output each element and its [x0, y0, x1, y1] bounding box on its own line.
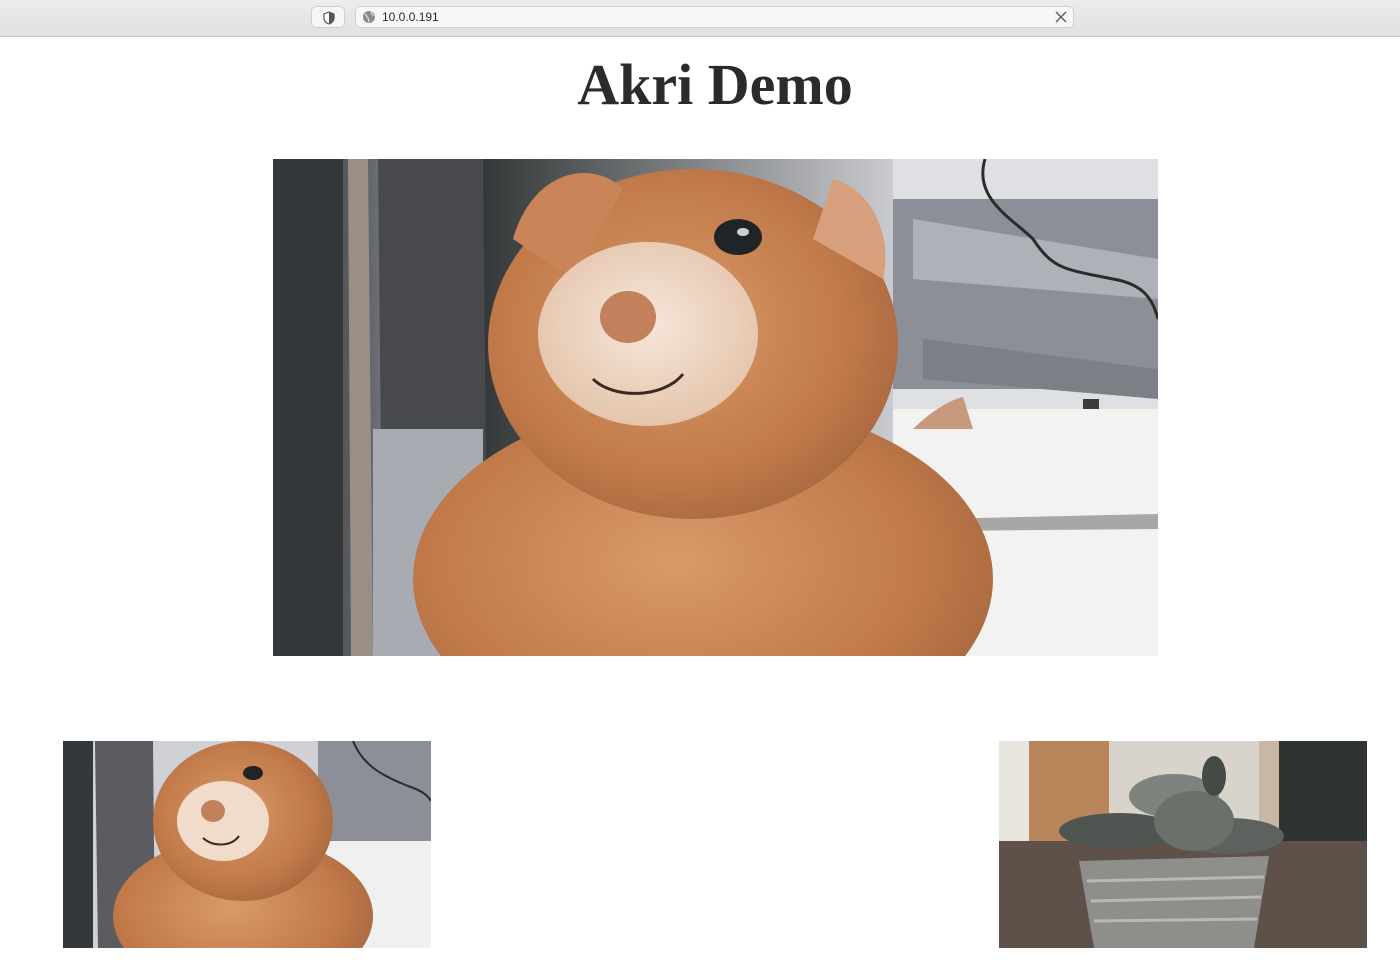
page-title: Akri Demo — [577, 52, 853, 117]
browser-toolbar: 10.0.0.191 — [0, 0, 1400, 37]
globe-icon — [363, 11, 375, 23]
shield-icon — [323, 11, 335, 25]
camera-feed-2 — [999, 741, 1367, 948]
url-text: 10.0.0.191 — [382, 10, 439, 24]
camera-feed-1 — [63, 741, 431, 948]
address-bar[interactable]: 10.0.0.191 — [355, 6, 1074, 28]
main-camera-feed — [273, 159, 1158, 656]
close-icon[interactable] — [1054, 10, 1068, 24]
tracking-protection-button[interactable] — [311, 6, 345, 28]
